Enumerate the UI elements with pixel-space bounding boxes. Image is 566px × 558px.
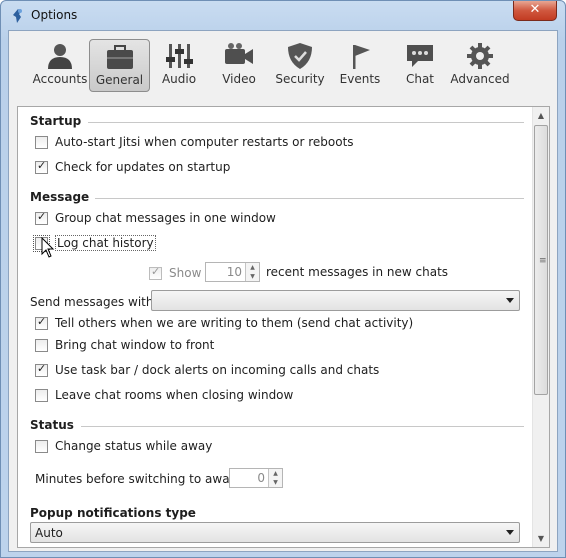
audio-icon <box>166 44 193 68</box>
options-window: Options ✕ Accounts General Audio Video S… <box>0 0 566 558</box>
tab-label: Audio <box>161 72 197 86</box>
typing-notify-option[interactable]: Tell others when we are writing to them … <box>35 314 413 332</box>
change-away-checkbox[interactable] <box>35 439 48 453</box>
spinner-down-icon[interactable]: ▼ <box>269 478 282 487</box>
tab-video[interactable]: Video <box>214 39 264 92</box>
tab-advanced[interactable]: Advanced <box>449 39 511 92</box>
typing-notify-checkbox[interactable] <box>35 315 48 330</box>
status-section-title: Status <box>30 418 74 432</box>
tab-events[interactable]: Events <box>337 39 383 92</box>
autostart-checkbox[interactable] <box>35 135 48 149</box>
bring-front-checkbox[interactable] <box>35 338 48 352</box>
recent-messages-label: recent messages in new chats <box>266 265 449 279</box>
minutes-away-spinner[interactable]: 0 ▲ ▼ <box>229 468 283 488</box>
tab-accounts[interactable]: Accounts <box>29 39 91 92</box>
minutes-spinner-arrows[interactable]: ▲ ▼ <box>268 469 282 487</box>
log-history-label: Log chat history <box>55 235 156 251</box>
mouse-cursor-icon <box>41 237 55 258</box>
minutes-away-label: Minutes before switching to away: <box>35 472 240 486</box>
message-separator <box>95 198 524 199</box>
spinner-up-icon[interactable]: ▲ <box>246 263 259 272</box>
dropdown-arrow-icon <box>506 530 514 535</box>
popup-type-dropdown[interactable]: Auto <box>30 522 520 543</box>
tab-label: Security <box>275 72 325 86</box>
tab-general[interactable]: General <box>89 39 150 92</box>
bring-front-option[interactable]: Bring chat window to front <box>35 336 214 354</box>
title-bar: Options ✕ <box>1 1 565 31</box>
tab-label: General <box>95 73 144 87</box>
popup-section-title: Popup notifications type <box>30 506 196 520</box>
tab-security[interactable]: Security <box>272 39 328 92</box>
leave-rooms-option[interactable]: Leave chat rooms when closing window <box>35 386 293 404</box>
tab-label: Advanced <box>450 72 510 86</box>
show-label: Show <box>169 266 202 280</box>
tab-label: Events <box>339 72 381 86</box>
check-updates-label: Check for updates on startup <box>55 160 231 174</box>
window-title: Options <box>31 8 78 22</box>
show-recent-option[interactable]: Show <box>149 264 201 282</box>
send-with-label: Send messages with: <box>30 295 158 309</box>
taskbar-alerts-label: Use task bar / dock alerts on incoming c… <box>55 363 380 377</box>
scroll-down-icon[interactable]: ▼ <box>533 530 549 547</box>
spinner-down-icon[interactable]: ▼ <box>246 272 259 281</box>
tab-audio[interactable]: Audio <box>154 39 204 92</box>
general-icon <box>106 45 133 69</box>
tab-label: Video <box>222 72 256 86</box>
startup-separator <box>88 122 524 123</box>
spinner-up-icon[interactable]: ▲ <box>269 469 282 478</box>
tab-label: Accounts <box>32 72 88 86</box>
recent-spinner-arrows[interactable]: ▲ ▼ <box>245 263 259 281</box>
group-chat-checkbox[interactable] <box>35 210 48 225</box>
taskbar-alerts-option[interactable]: Use task bar / dock alerts on incoming c… <box>35 361 379 379</box>
tab-label: Chat <box>405 72 435 86</box>
recent-messages-spinner[interactable]: 10 ▲ ▼ <box>205 262 260 282</box>
startup-section-title: Startup <box>30 114 82 128</box>
chat-icon <box>407 45 433 67</box>
events-icon <box>353 45 370 69</box>
close-button[interactable]: ✕ <box>513 1 557 21</box>
advanced-icon <box>467 43 493 69</box>
change-away-option[interactable]: Change status while away <box>35 437 212 455</box>
video-icon <box>225 43 253 64</box>
scroll-thumb[interactable]: ≡ <box>534 125 548 395</box>
recent-count-value: 10 <box>226 265 242 279</box>
jitsi-app-icon <box>13 9 22 23</box>
dropdown-arrow-icon <box>506 298 514 303</box>
tab-chat[interactable]: Chat <box>397 39 443 92</box>
vertical-scrollbar[interactable]: ▲ ≡ ▼ <box>532 107 549 547</box>
popup-type-value: Auto <box>35 526 63 540</box>
leave-rooms-label: Leave chat rooms when closing window <box>55 388 294 402</box>
autostart-option[interactable]: Auto-start Jitsi when computer restarts … <box>35 133 354 151</box>
scroll-up-icon[interactable]: ▲ <box>533 107 549 124</box>
show-checkbox[interactable] <box>149 265 162 280</box>
leave-rooms-checkbox[interactable] <box>35 388 48 402</box>
send-with-dropdown[interactable] <box>151 290 520 311</box>
status-separator <box>81 426 524 427</box>
autostart-label: Auto-start Jitsi when computer restarts … <box>55 135 354 149</box>
options-toolbar: Accounts General Audio Video Security Ev… <box>9 31 557 101</box>
client-area: Accounts General Audio Video Security Ev… <box>8 30 558 552</box>
bring-front-label: Bring chat window to front <box>55 338 215 352</box>
group-chat-option[interactable]: Group chat messages in one window <box>35 209 276 227</box>
typing-notify-label: Tell others when we are writing to them … <box>55 316 414 330</box>
grip-icon: ≡ <box>539 256 547 266</box>
taskbar-alerts-checkbox[interactable] <box>35 362 48 377</box>
group-chat-label: Group chat messages in one window <box>55 211 276 225</box>
change-away-label: Change status while away <box>55 439 213 453</box>
check-updates-option[interactable]: Check for updates on startup <box>35 158 230 176</box>
minutes-away-value: 0 <box>257 471 265 485</box>
accounts-icon <box>48 44 72 69</box>
message-section-title: Message <box>30 190 90 204</box>
check-updates-checkbox[interactable] <box>35 159 48 174</box>
security-icon <box>288 43 312 69</box>
general-settings-panel: Startup Auto-start Jitsi when computer r… <box>17 106 550 548</box>
